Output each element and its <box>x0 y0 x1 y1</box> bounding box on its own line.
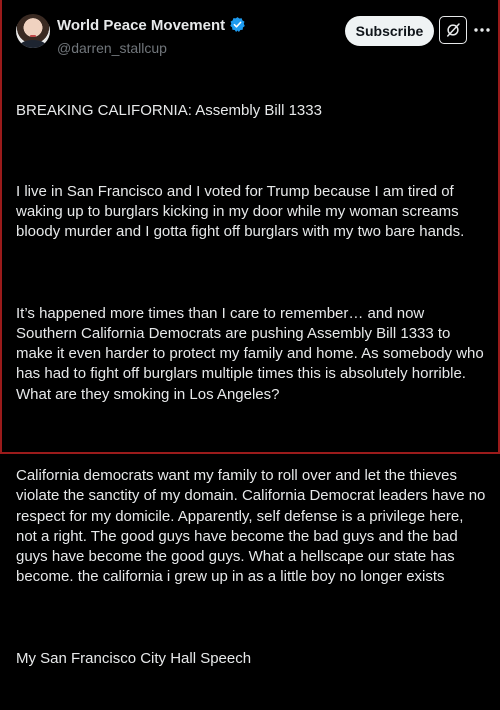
post-paragraph: I live in San Francisco and I voted for … <box>16 182 465 241</box>
avatar[interactable] <box>16 14 50 48</box>
post-header: World Peace Movement @darren_stallcup Su… <box>16 14 492 56</box>
verified-badge-icon[interactable] <box>229 16 246 38</box>
author-handle[interactable]: @darren_stallcup <box>57 40 246 56</box>
author-block: World Peace Movement @darren_stallcup <box>57 16 246 56</box>
post-text: BREAKING CALIFORNIA: Assembly Bill 1333 … <box>16 60 486 710</box>
subscribe-button[interactable]: Subscribe <box>345 16 434 46</box>
author-display-name[interactable]: World Peace Movement <box>57 17 225 34</box>
post-paragraph: California democrats want my family to r… <box>16 466 490 586</box>
post-paragraph-headline: BREAKING CALIFORNIA: Assembly Bill 1333 <box>16 101 322 119</box>
post-paragraph-closing: My San Francisco City Hall Speech <box>16 649 252 667</box>
grok-icon[interactable] <box>439 16 467 44</box>
avatar-lips <box>30 35 36 37</box>
post-paragraph: It’s happened more times than I care to … <box>16 304 488 403</box>
more-options-icon[interactable] <box>472 20 492 40</box>
avatar-shirt <box>19 40 47 48</box>
